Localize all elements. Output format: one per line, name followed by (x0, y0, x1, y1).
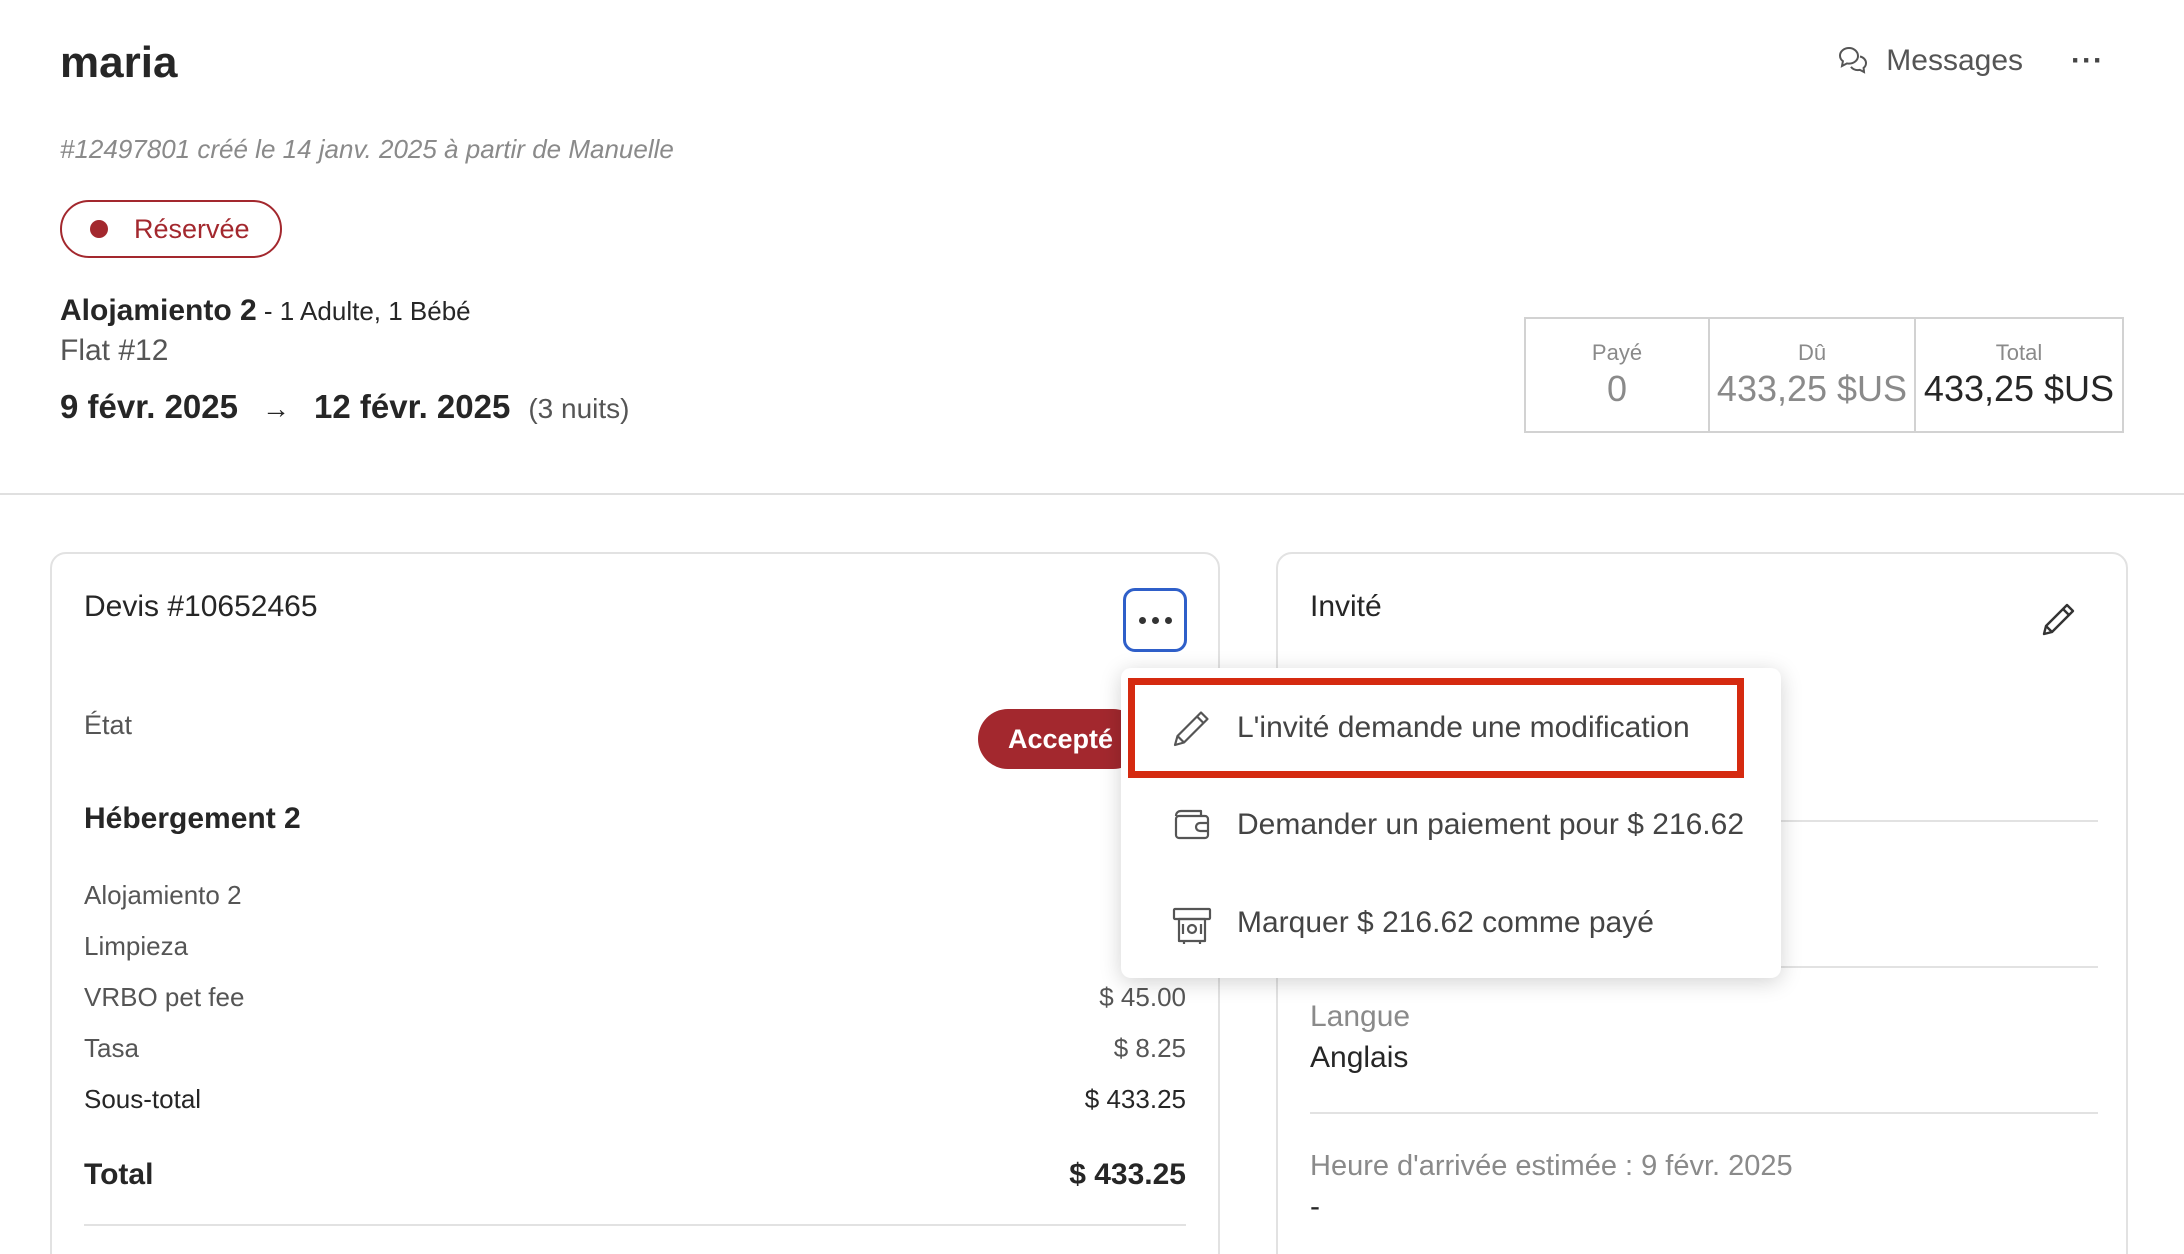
nights-count: (3 nuits) (528, 393, 630, 424)
unit-guests: - 1 Adulte, 1 Bébé (256, 296, 471, 326)
total-amount: $ 433.25 (1069, 1158, 1186, 1191)
line-item-amount: $ 8.25 (1113, 1033, 1186, 1063)
menu-item-label: Marquer $ 216.62 comme payé (1237, 906, 1654, 939)
language-label: Langue (1310, 1000, 1411, 1033)
subtotal-amount: $ 433.25 (1084, 1084, 1186, 1114)
due-value: 433,25 $US (1716, 368, 1908, 409)
header-divider (0, 493, 2184, 495)
stay-dates: 9 févr. 2025 → 12 févr. 2025 (3 nuits) (60, 388, 630, 426)
quote-card: Devis #10652465 État Accepté Hébergement… (50, 552, 1220, 1254)
flat-label: Flat #12 (60, 334, 169, 367)
menu-item-label: Demander un paiement pour $ 216.62 (1237, 808, 1745, 841)
status-label: Réservée (134, 213, 250, 244)
line-item-label: Tasa (84, 1033, 139, 1063)
quote-more-button[interactable] (1123, 588, 1187, 652)
messages-label: Messages (1886, 44, 2024, 77)
state-badge: Accepté (978, 709, 1144, 769)
total-cell: Total 433,25 $US (1916, 319, 2122, 431)
paid-label: Payé (1591, 340, 1643, 365)
header-actions: Messages ··· (1836, 44, 2104, 78)
arrival-value: - (1310, 1190, 1320, 1223)
line-item: Limpieza $ (84, 931, 1186, 982)
dot (1138, 616, 1146, 624)
messages-button[interactable]: Messages (1836, 44, 2023, 78)
total-row: Total $ 433.25 (84, 1158, 1186, 1192)
paid-cell: Payé 0 (1526, 319, 1710, 431)
divider (1310, 1112, 2098, 1114)
wallet-icon (1174, 809, 1210, 840)
quote-title: Devis #10652465 (84, 590, 318, 623)
check-in-date: 9 févr. 2025 (60, 388, 238, 425)
menu-item-request-payment[interactable]: Demander un paiement pour $ 216.62 (1129, 782, 1769, 868)
section-title: Hébergement 2 (84, 802, 301, 835)
status-badge: Réservée (60, 200, 282, 258)
dot (1151, 616, 1159, 624)
total-value: 433,25 $US (1923, 368, 2115, 409)
arrow-right-icon: → (262, 393, 290, 424)
line-item-amount: $ 45.00 (1099, 982, 1186, 1012)
chat-bubbles-icon (1839, 46, 1868, 74)
state-label: État (84, 710, 133, 740)
check-out-date: 12 févr. 2025 (314, 388, 511, 425)
language-value: Anglais (1310, 1041, 1409, 1074)
line-items: Alojamiento 2 $ 3 Limpieza $ VRBO pet fe… (84, 880, 1186, 1135)
booking-page: maria Messages ··· #12497801 créé le 14 … (0, 0, 2184, 1254)
booking-meta: #12497801 créé le 14 janv. 2025 à partir… (60, 134, 674, 164)
subtotal-row: Sous-total $ 433.25 (84, 1084, 1186, 1135)
line-item-label: Alojamiento 2 (84, 880, 242, 910)
menu-item-guest-requests-change[interactable]: L'invité demande une modification (1129, 685, 1769, 771)
edit-pencil-icon[interactable] (2038, 598, 2080, 640)
arrival-label: Heure d'arrivée estimée : 9 févr. 2025 (1310, 1150, 1793, 1182)
line-item: VRBO pet fee $ 45.00 (84, 982, 1186, 1033)
total-label: Total (84, 1158, 154, 1191)
unit-name: Alojamiento 2 (60, 294, 257, 327)
guest-title: Invité (1310, 590, 1382, 623)
line-item: Alojamiento 2 $ 3 (84, 880, 1186, 931)
divider (84, 1224, 1186, 1226)
menu-item-mark-paid[interactable]: Marquer $ 216.62 comme payé (1129, 880, 1769, 966)
payment-summary: Payé 0 Dû 433,25 $US Total 433,25 $US (1524, 317, 2124, 433)
line-item-label: VRBO pet fee (84, 982, 245, 1012)
cash-register-icon (1172, 907, 1212, 944)
pencil-icon (1173, 711, 1209, 747)
guest-name: maria (60, 38, 178, 87)
dot (1164, 616, 1172, 624)
total-label: Total (1995, 340, 2043, 365)
line-item-label: Limpieza (84, 931, 189, 961)
more-options-button[interactable]: ··· (2071, 46, 2104, 76)
subtotal-label: Sous-total (84, 1084, 202, 1114)
paid-value: 0 (1606, 368, 1628, 409)
quote-actions-menu: L'invité demande une modification Demand… (1121, 668, 1781, 978)
menu-item-label: L'invité demande une modification (1237, 711, 1690, 744)
due-cell: Dû 433,25 $US (1710, 319, 1916, 431)
due-label: Dû (1797, 340, 1827, 365)
line-item: Tasa $ 8.25 (84, 1033, 1186, 1084)
status-dot (90, 220, 108, 238)
unit-line: Alojamiento 2 - 1 Adulte, 1 Bébé (60, 294, 471, 328)
